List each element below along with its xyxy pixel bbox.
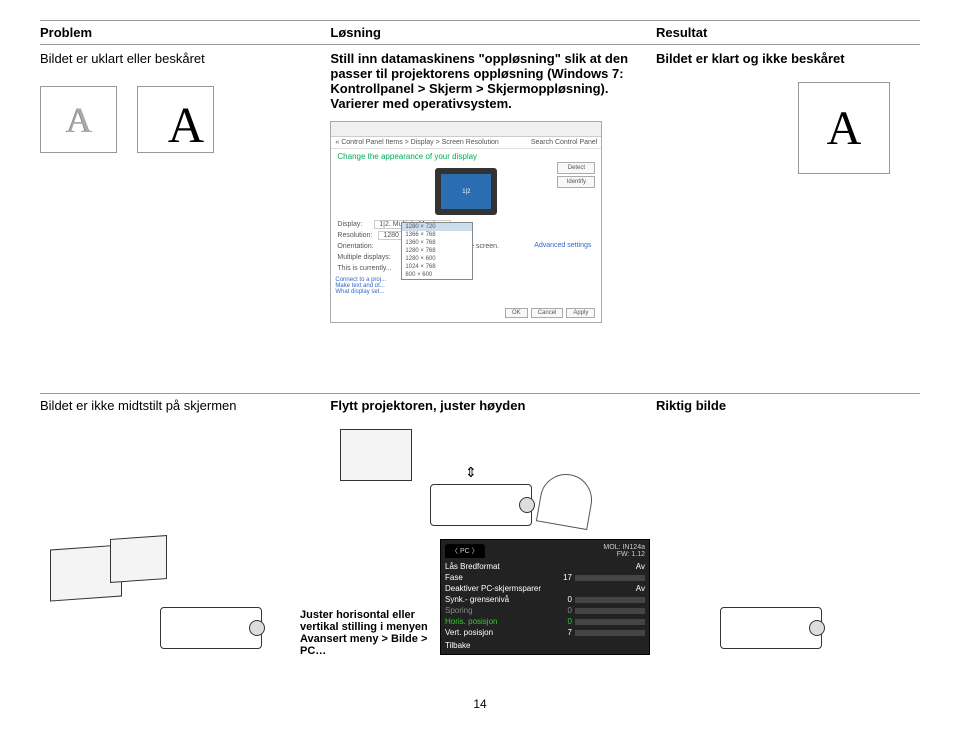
osd-item-3[interactable]: Synk.- grensenivå [445, 595, 509, 604]
res-opt-1[interactable]: 1366 × 768 [402, 231, 472, 239]
breadcrumb: « Control Panel Items > Display > Screen… [331, 137, 601, 149]
osd-item-5[interactable]: Horis. posisjon [445, 617, 497, 626]
resolution-label: Resolution: [337, 232, 372, 239]
page-number: 14 [40, 697, 920, 711]
correct-sketch [660, 537, 880, 657]
projector-sketch-2 [430, 484, 532, 526]
screen-panel-2 [110, 535, 167, 583]
res-opt-6[interactable]: 800 × 600 [402, 271, 472, 279]
problem-1-text: Bildet er uklart eller beskåret [40, 51, 330, 66]
result-illustration: A [798, 82, 890, 174]
slider-1[interactable] [575, 575, 645, 581]
res-opt-0[interactable]: 1280 × 720 [402, 223, 472, 231]
row-1: Bildet er uklart eller beskåret A A Stil… [40, 51, 920, 323]
blurry-a-box: A [40, 86, 117, 153]
resolution-dropdown[interactable]: 1280 × 720 1366 × 768 1360 × 768 1280 × … [401, 222, 473, 280]
adjust-sketch: ⇕ [300, 429, 660, 529]
window-titlebar [331, 122, 601, 137]
osd-val-4: 0 [568, 606, 572, 615]
hand-icon [536, 470, 596, 530]
result-1-text: Bildet er klart og ikke beskåret [656, 51, 920, 66]
cropped-a-box: A [137, 86, 214, 153]
display-label: Display: [337, 221, 362, 228]
projector-sketch-3 [720, 607, 822, 649]
apply-button[interactable]: Apply [566, 308, 595, 318]
table-header: Problem Løsning Resultat [40, 20, 920, 45]
lens-icon-3 [809, 620, 825, 636]
row-2-header: Bildet er ikke midtstilt på skjermen Fly… [40, 393, 920, 413]
advanced-link[interactable]: Advanced settings [534, 242, 591, 249]
res-opt-3[interactable]: 1280 × 768 [402, 247, 472, 255]
osd-tab: 〈 PC 〉 [451, 548, 479, 555]
solution-2-text: Flytt projektoren, juster høyden [330, 398, 656, 413]
res-opt-5[interactable]: 1024 × 768 [402, 263, 472, 271]
solution-1-text: Still inn datamaskinens "oppløsning" sli… [330, 51, 656, 111]
osd-menu: 〈 PC 〉 MOL: IN124aFW: 1.12 Lås Bredforma… [440, 539, 650, 655]
osd-val-5: 0 [568, 617, 572, 626]
offcenter-sketch [40, 537, 300, 657]
monitor-icon: 1|2 [435, 168, 497, 215]
detect-button[interactable]: Detect [557, 162, 595, 174]
res-opt-2[interactable]: 1360 × 768 [402, 239, 472, 247]
screen-panel-3 [340, 429, 412, 481]
slider-5[interactable] [575, 619, 645, 625]
header-solution: Løsning [330, 25, 656, 40]
updown-arrows-icon: ⇕ [465, 464, 477, 481]
problem-2-text: Bildet er ikke midtstilt på skjermen [40, 398, 330, 413]
header-problem: Problem [40, 25, 330, 40]
osd-val-6: 7 [568, 628, 572, 637]
projector-sketch-1 [160, 607, 262, 649]
osd-fw: FW: 1.12 [617, 551, 645, 558]
osd-val-2: Av [636, 584, 645, 593]
cancel-button[interactable]: Cancel [531, 308, 564, 318]
osd-val-0: Av [636, 562, 645, 571]
blurry-a: A [66, 99, 92, 141]
osd-model: MOL: IN124a [603, 544, 645, 551]
slider-6[interactable] [575, 630, 645, 636]
problem-illustration: A A [40, 86, 330, 153]
row-2-images: ⇕ Juster horisontal eller vertikal still… [40, 429, 920, 657]
ok-button[interactable]: OK [505, 308, 528, 318]
multiple-label: Multiple displays: [337, 254, 390, 261]
windows-screenshot: « Control Panel Items > Display > Screen… [330, 121, 602, 323]
res-opt-4[interactable]: 1280 × 600 [402, 255, 472, 263]
osd-item-2[interactable]: Deaktiver PC-skjermsparer [445, 584, 541, 593]
osd-back[interactable]: Tilbake [445, 641, 645, 650]
slider-3[interactable] [575, 597, 645, 603]
slider-4 [575, 608, 645, 614]
osd-val-3: 0 [568, 595, 572, 604]
orientation-label: Orientation: [337, 243, 373, 250]
osd-val-1: 17 [563, 573, 572, 582]
lens-icon [249, 620, 265, 636]
search-placeholder: Search Control Panel [531, 139, 598, 146]
osd-item-0[interactable]: Lås Bredformat [445, 562, 500, 571]
osd-item-4: Sporing [445, 606, 473, 615]
header-result: Resultat [656, 25, 920, 40]
adjust-instruction: Juster horisontal eller vertikal stillin… [300, 609, 430, 657]
lens-icon-2 [519, 497, 535, 513]
side-link-2[interactable]: What display set... [335, 289, 386, 295]
osd-item-6[interactable]: Vert. posisjon [445, 628, 493, 637]
clear-a: A [827, 101, 862, 156]
breadcrumb-text: « Control Panel Items > Display > Screen… [335, 139, 498, 146]
identify-button[interactable]: Identify [557, 176, 595, 188]
cropped-a: A [167, 95, 203, 153]
result-2-text: Riktig bilde [656, 398, 920, 413]
osd-item-1[interactable]: Fase [445, 573, 463, 582]
